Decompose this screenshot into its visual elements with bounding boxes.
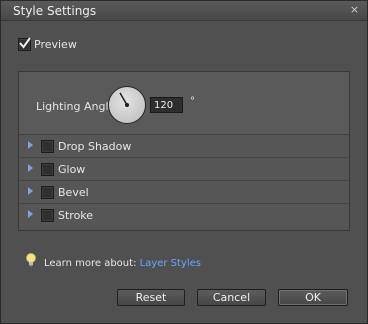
style-settings-dialog: Style Settings × Preview Lighting Angle:… xyxy=(0,0,368,324)
style-row-stroke[interactable]: Stroke xyxy=(19,204,349,226)
stroke-label: Stroke xyxy=(58,209,94,222)
dial-needle xyxy=(119,92,128,106)
style-row-drop-shadow[interactable]: Drop Shadow xyxy=(19,135,349,158)
expand-triangle-icon[interactable] xyxy=(28,210,33,218)
lighting-angle-input[interactable]: 120 xyxy=(150,97,183,113)
stroke-checkbox[interactable] xyxy=(41,209,54,222)
title-bar[interactable]: Style Settings × xyxy=(1,1,367,21)
glow-checkbox[interactable] xyxy=(41,163,54,176)
style-row-bevel[interactable]: Bevel xyxy=(19,181,349,204)
style-row-glow[interactable]: Glow xyxy=(19,158,349,181)
lighting-angle-section: Lighting Angle: 120 ° xyxy=(19,72,349,135)
checkmark-icon xyxy=(19,37,31,49)
expand-triangle-icon[interactable] xyxy=(28,141,33,149)
lightbulb-icon xyxy=(26,253,36,267)
bevel-label: Bevel xyxy=(58,186,89,199)
expand-triangle-icon[interactable] xyxy=(28,187,33,195)
layer-styles-link[interactable]: Layer Styles xyxy=(140,258,201,269)
bevel-checkbox[interactable] xyxy=(41,186,54,199)
learn-more-prefix: Learn more about: xyxy=(44,258,137,269)
degree-symbol: ° xyxy=(190,96,195,107)
preview-label[interactable]: Preview xyxy=(34,38,77,51)
expand-triangle-icon[interactable] xyxy=(28,164,33,172)
lighting-angle-label: Lighting Angle: xyxy=(36,100,119,113)
cancel-button[interactable]: Cancel xyxy=(197,289,266,306)
styles-panel: Lighting Angle: 120 ° Drop Shadow Glow B… xyxy=(18,71,350,231)
lighting-angle-dial[interactable] xyxy=(108,86,146,124)
reset-button[interactable]: Reset xyxy=(117,289,185,306)
preview-checkbox[interactable] xyxy=(18,37,31,51)
drop-shadow-label: Drop Shadow xyxy=(58,140,132,153)
ok-button[interactable]: OK xyxy=(278,289,348,306)
learn-more-text: Learn more about: Layer Styles xyxy=(44,258,201,269)
glow-label: Glow xyxy=(58,163,86,176)
dialog-title: Style Settings xyxy=(13,4,97,18)
drop-shadow-checkbox[interactable] xyxy=(41,140,54,153)
dial-knob xyxy=(125,103,129,107)
close-icon[interactable]: × xyxy=(348,3,361,16)
